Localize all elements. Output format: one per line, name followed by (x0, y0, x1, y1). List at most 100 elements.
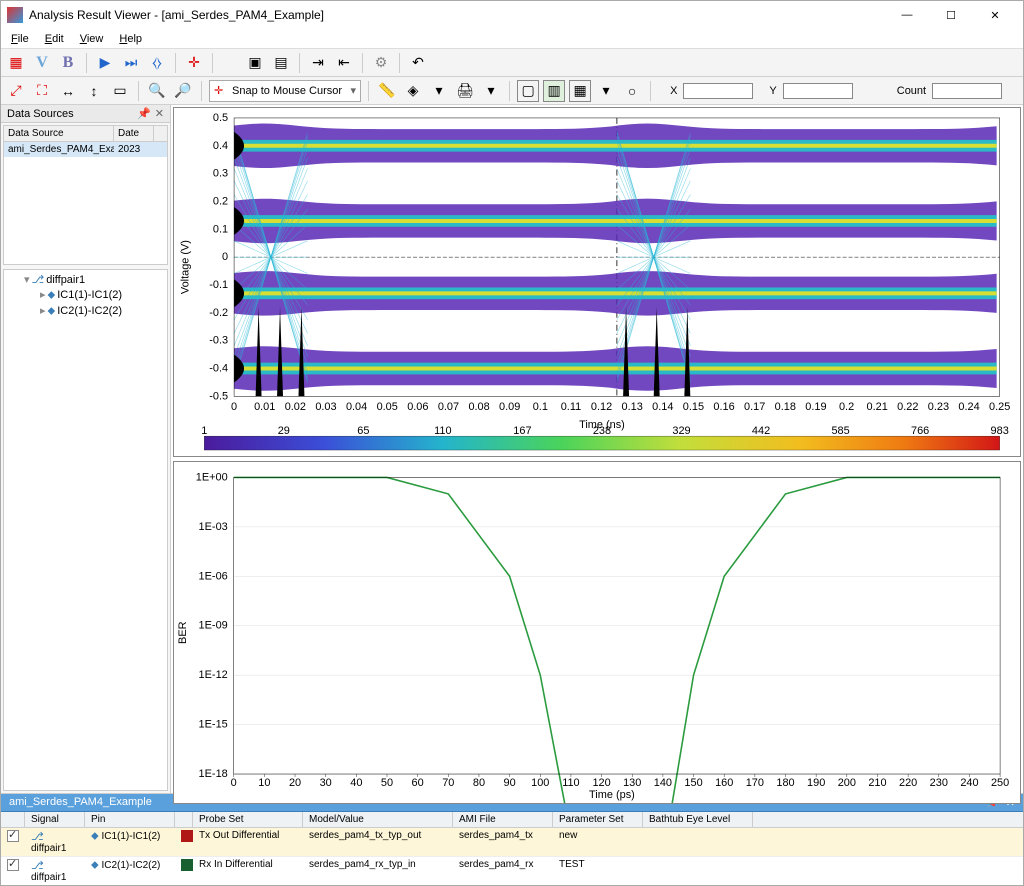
signal-col-header[interactable]: Bathtub Eye Level (643, 812, 753, 827)
zoom-fit-icon[interactable]: ⤢ (5, 80, 27, 102)
svg-text:0.02: 0.02 (285, 401, 306, 413)
svg-text:1E-03: 1E-03 (199, 521, 228, 533)
svg-text:766: 766 (911, 425, 929, 437)
svg-text:20: 20 (289, 777, 301, 789)
svg-text:0.04: 0.04 (346, 401, 367, 413)
svg-text:0.24: 0.24 (958, 401, 979, 413)
svg-text:0: 0 (231, 401, 237, 413)
signal-col-header[interactable]: Parameter Set (553, 812, 643, 827)
svg-text:230: 230 (930, 777, 948, 789)
pin-icon[interactable]: 📌 (137, 107, 151, 120)
menu-file[interactable]: File (3, 31, 37, 47)
menu-edit[interactable]: Edit (37, 31, 72, 47)
y-readout (783, 83, 853, 99)
svg-text:1E-06: 1E-06 (199, 570, 228, 582)
signal-col-header[interactable] (1, 812, 25, 827)
tool-a-icon[interactable]: ▣ (244, 52, 266, 74)
signal-tree[interactable]: ▾⎇diffpair1 ▸⬥IC1(1)-IC1(2) ▸⬥IC2(1)-IC2… (3, 269, 168, 791)
svg-text:167: 167 (513, 425, 531, 437)
minimize-button[interactable]: — (885, 1, 929, 29)
svg-text:-0.4: -0.4 (209, 362, 228, 374)
gear-icon[interactable]: ⚙ (370, 52, 392, 74)
bathtub-plot[interactable]: 1E+001E-031E-061E-091E-121E-151E-1801020… (173, 461, 1021, 804)
svg-text:0.2: 0.2 (839, 401, 854, 413)
svg-text:0.08: 0.08 (468, 401, 489, 413)
svg-text:-0.3: -0.3 (209, 335, 228, 347)
svg-text:150: 150 (684, 777, 702, 789)
svg-text:1E-15: 1E-15 (199, 719, 228, 731)
svg-text:180: 180 (776, 777, 794, 789)
col-date[interactable]: Date (114, 126, 154, 141)
view-circle-icon[interactable]: ○ (621, 80, 643, 102)
svg-text:1E+00: 1E+00 (196, 471, 228, 483)
svg-text:238: 238 (593, 425, 611, 437)
view-d-icon[interactable]: ▾ (595, 80, 617, 102)
eye-ylabel: Voltage (V) (179, 240, 191, 294)
step-button[interactable]: ⏭ (120, 52, 142, 74)
play-button[interactable]: ▶ (94, 52, 116, 74)
svg-text:-0.2: -0.2 (209, 307, 228, 319)
print-icon[interactable]: 🖨 (454, 80, 476, 102)
count-label: Count (897, 85, 926, 97)
view-split-icon[interactable]: ▥ (543, 80, 565, 102)
tool-c-icon[interactable]: ⇥ (307, 52, 329, 74)
svg-text:0.14: 0.14 (652, 401, 673, 413)
zoom-out-icon[interactable]: 🔎 (172, 80, 194, 102)
undo-icon[interactable]: ↶ (407, 52, 429, 74)
svg-text:50: 50 (381, 777, 393, 789)
svg-text:0.13: 0.13 (622, 401, 643, 413)
plot-area: -0.5-0.4-0.3-0.2-0.100.10.20.30.40.500.0… (171, 105, 1023, 793)
signal-col-header[interactable]: AMI File (453, 812, 553, 827)
tool-d-icon[interactable]: ⇤ (333, 52, 355, 74)
signal-table-panel: ami_Serdes_PAM4_Example 📌✕ SignalPinProb… (1, 793, 1023, 885)
dropdown-icon[interactable]: ▾ (428, 80, 450, 102)
tree-root[interactable]: ▾⎇diffpair1 (6, 272, 165, 287)
waveform-icon[interactable]: ⧼⧽ (146, 52, 168, 74)
tree-child[interactable]: ▸⬥IC2(1)-IC2(2) (6, 303, 165, 319)
signal-row[interactable]: ⎇ diffpair1⬥ IC1(1)-IC1(2)Tx Out Differe… (1, 828, 1023, 857)
zoom-in-icon[interactable]: 🔍 (146, 80, 168, 102)
voltage-view-button[interactable]: V (31, 52, 53, 74)
zoom-y-icon[interactable]: ↕ (83, 80, 105, 102)
svg-text:0.12: 0.12 (591, 401, 612, 413)
svg-text:0: 0 (222, 251, 228, 263)
svg-text:90: 90 (504, 777, 516, 789)
svg-text:-0.5: -0.5 (209, 390, 228, 402)
crosshair-icon[interactable]: ✛ (183, 52, 205, 74)
snap-dropdown[interactable]: Snap to Mouse Cursor (209, 80, 361, 102)
ruler-icon[interactable]: 📏 (376, 80, 398, 102)
zoom-area-icon[interactable]: ⛶ (31, 80, 53, 102)
ber-view-button[interactable]: B (57, 52, 79, 74)
maximize-button[interactable]: ☐ (929, 1, 973, 29)
grid-icon[interactable]: ▦ (5, 52, 27, 74)
close-button[interactable]: ✕ (973, 1, 1017, 29)
svg-text:170: 170 (746, 777, 764, 789)
menu-view[interactable]: View (72, 31, 112, 47)
menu-help[interactable]: Help (111, 31, 150, 47)
view-grid-icon[interactable]: ▦ (569, 80, 591, 102)
tool-b-icon[interactable]: ▤ (270, 52, 292, 74)
zoom-x-icon[interactable]: ↔ (57, 80, 79, 102)
signal-row[interactable]: ⎇ diffpair1⬥ IC2(1)-IC2(2)Rx In Differen… (1, 857, 1023, 885)
data-source-grid[interactable]: Data Source Date ami_Serdes_PAM4_Example… (3, 125, 168, 265)
signal-col-header[interactable]: Model/Value (303, 812, 453, 827)
tree-child[interactable]: ▸⬥IC1(1)-IC1(2) (6, 287, 165, 303)
signal-col-header[interactable]: Signal (25, 812, 85, 827)
signal-col-header[interactable]: Probe Set (193, 812, 303, 827)
svg-text:0.05: 0.05 (377, 401, 398, 413)
dropdown2-icon[interactable]: ▾ (480, 80, 502, 102)
close-panel-icon[interactable]: ✕ (155, 107, 164, 120)
data-source-row[interactable]: ami_Serdes_PAM4_Example 2023 (4, 142, 167, 157)
zoom-box-icon[interactable]: ▭ (109, 80, 131, 102)
view-single-icon[interactable]: ▢ (517, 80, 539, 102)
bathtub-xlabel: Time (ps) (589, 789, 635, 801)
signal-col-header[interactable]: Pin (85, 812, 175, 827)
col-data-source[interactable]: Data Source (4, 126, 114, 141)
marker-icon[interactable]: ◈ (402, 80, 424, 102)
signal-col-header[interactable] (175, 812, 193, 827)
eye-diagram-plot[interactable]: -0.5-0.4-0.3-0.2-0.100.10.20.30.40.500.0… (173, 107, 1021, 457)
svg-text:210: 210 (868, 777, 886, 789)
svg-text:585: 585 (831, 425, 849, 437)
svg-text:120: 120 (592, 777, 610, 789)
signal-table[interactable]: SignalPin Probe SetModel/ValueAMI FilePar… (1, 812, 1023, 885)
